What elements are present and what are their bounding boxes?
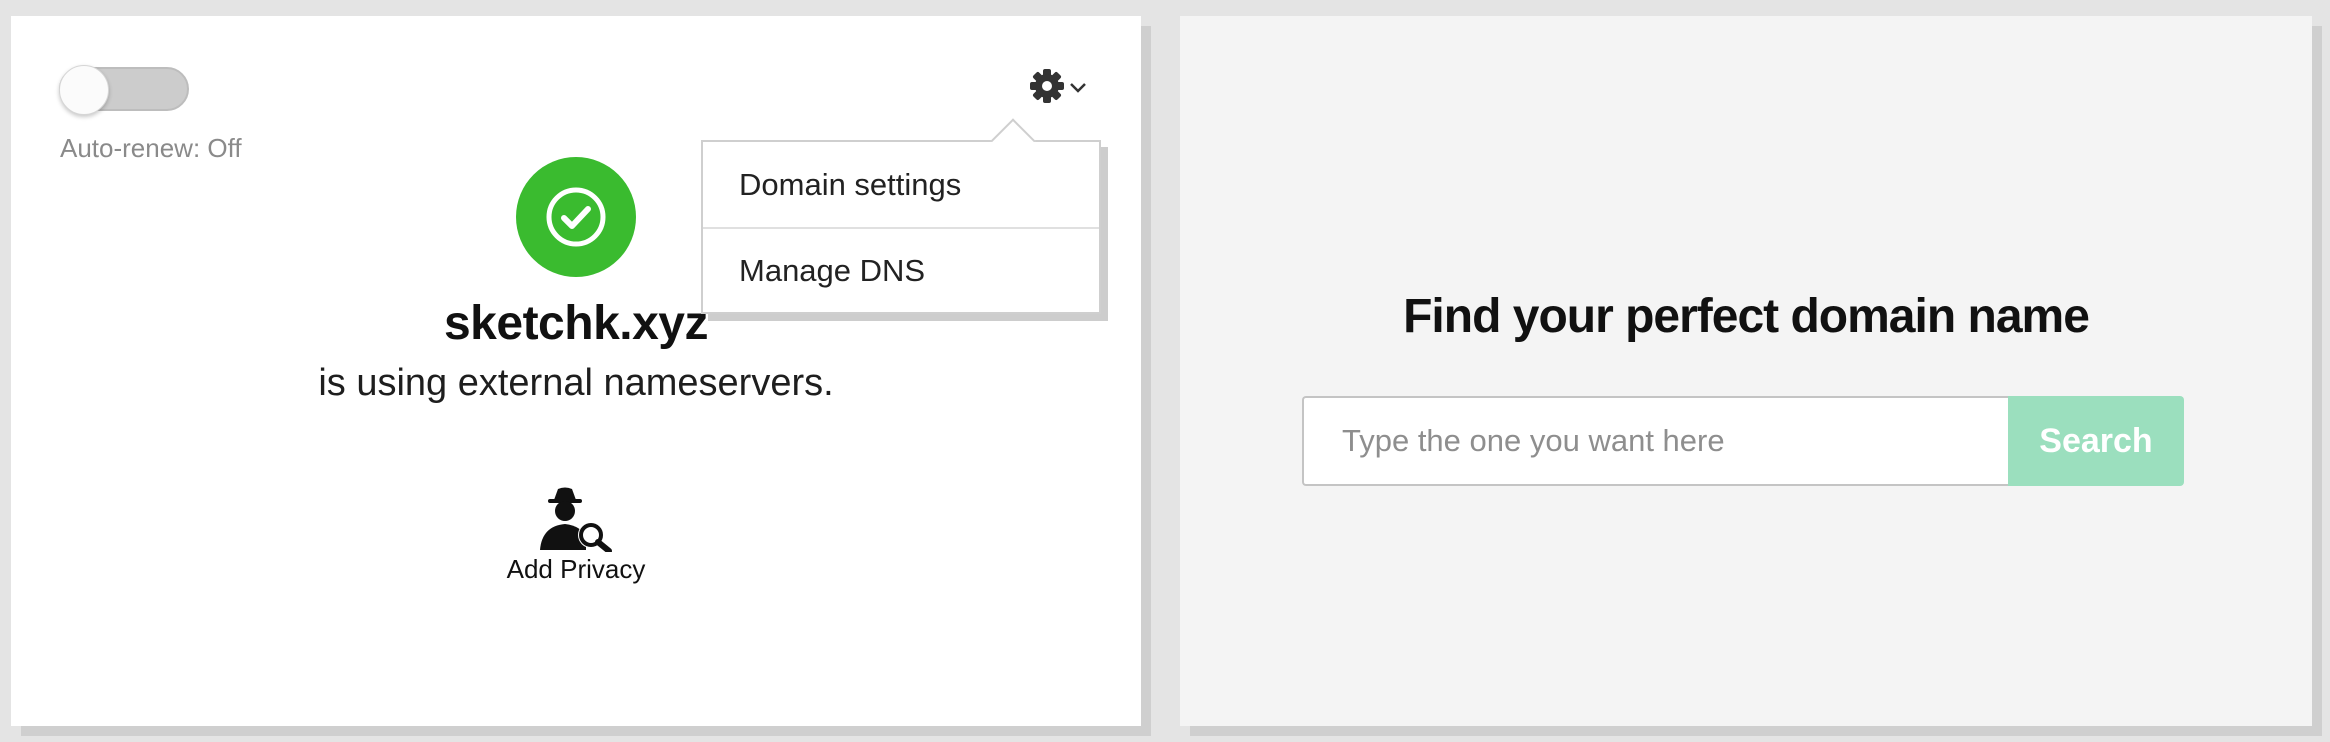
add-privacy-button[interactable]: Add Privacy	[471, 486, 681, 585]
domain-search-card: Find your perfect domain name Search	[1180, 16, 2312, 726]
settings-dropdown-menu: Domain settings Manage DNS	[701, 118, 1101, 314]
menu-item-manage-dns[interactable]: Manage DNS	[703, 227, 1099, 312]
auto-renew-label: Auto-renew: Off	[60, 133, 242, 163]
add-privacy-label: Add Privacy	[506, 554, 646, 584]
domain-search-input[interactable]	[1302, 396, 2008, 486]
settings-menu-button[interactable]	[1029, 64, 1103, 108]
auto-renew-toggle[interactable]	[59, 65, 189, 115]
search-button[interactable]: Search	[2008, 396, 2184, 486]
domain-card: Auto-renew: Off sketchk.xyz is using ext…	[11, 16, 1141, 726]
domain-status-text: is using external nameservers.	[318, 362, 834, 404]
search-card-title: Find your perfect domain name	[1403, 290, 2090, 343]
privacy-agent-search-icon	[471, 486, 681, 552]
toggle-knob[interactable]	[59, 65, 109, 115]
domain-search-form: Search	[1302, 396, 2184, 486]
gear-icon	[1029, 68, 1065, 104]
check-circle-icon	[516, 157, 636, 277]
menu-item-domain-settings[interactable]: Domain settings	[703, 142, 1099, 227]
chevron-down-icon	[1069, 82, 1087, 94]
